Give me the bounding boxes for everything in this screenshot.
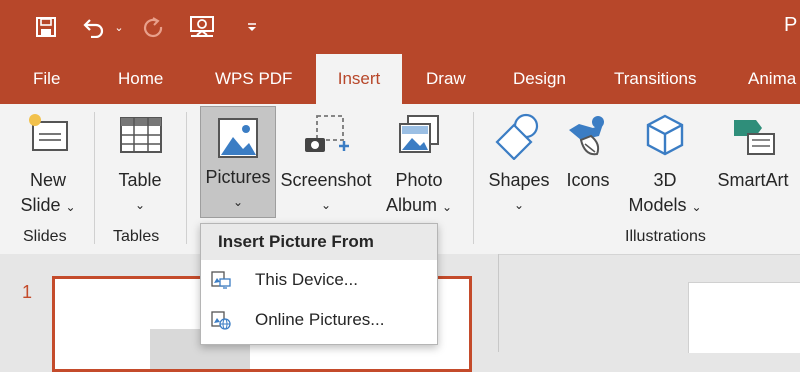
tab-home[interactable]: Home [118,54,163,104]
menu-item-this-device[interactable]: This Device... [201,260,437,300]
new-slide-icon [29,114,68,151]
tab-animations[interactable]: Anima [748,54,796,104]
icons-icon [569,116,604,156]
3d-models-label-1: 3D [653,170,677,190]
shapes-label: Shapes [488,170,550,190]
tab-design[interactable]: Design [513,54,566,104]
chevron-down-icon: ⌄ [232,195,244,209]
new-slide-label-2: Slide [20,195,61,215]
new-slide-label-1: New [29,170,66,190]
icons-label: Icons [566,170,610,190]
app-title: P [784,14,798,36]
tab-file[interactable]: File [33,54,60,104]
pictures-icon [218,118,258,158]
menu-item-label: Online Pictures... [255,310,385,329]
photo-album-button[interactable]: Photo Album ⌄ [378,110,460,222]
screenshot-icon [305,115,349,152]
screenshot-label: Screenshot [280,170,372,190]
undo-dropdown-chevron-icon[interactable]: ⌄ [112,13,126,41]
chevron-down-icon: ⌄ [320,198,332,212]
group-label-tables: Tables [113,228,160,245]
icons-button[interactable]: Icons [560,110,616,222]
tab-transitions[interactable]: Transitions [614,54,697,104]
pane-divider[interactable] [498,254,499,352]
smartart-button[interactable]: SmartArt [712,110,794,222]
3d-models-button[interactable]: 3D Models ⌄ [624,110,706,222]
present-from-start-icon[interactable] [188,13,218,41]
tab-insert[interactable]: Insert [316,54,402,104]
online-pictures-icon [211,311,231,330]
chevron-down-icon: ⌄ [134,198,146,212]
smartart-icon [734,120,775,155]
group-separator [94,112,95,244]
group-separator [186,112,187,244]
tab-wps-pdf[interactable]: WPS PDF [215,54,292,104]
cube-icon [646,114,684,156]
pictures-button[interactable]: Pictures ⌄ [200,106,276,218]
dropdown-header: Insert Picture From [201,224,437,260]
group-separator [473,112,474,244]
photo-album-label-1: Photo [395,170,443,190]
chevron-down-icon: ⌄ [513,198,525,212]
title-bar: ⌄ P [0,0,800,54]
smartart-label: SmartArt [717,170,789,190]
table-icon [120,117,162,153]
customize-qat-icon[interactable] [244,13,260,41]
table-label: Table [118,170,162,190]
redo-icon[interactable] [141,13,167,41]
shapes-button[interactable]: Shapes ⌄ [486,110,552,222]
chevron-down-icon: ⌄ [691,200,702,214]
table-button[interactable]: Table ⌄ [108,110,172,222]
tab-draw[interactable]: Draw [426,54,466,104]
screenshot-button[interactable]: Screenshot ⌄ [278,110,374,222]
undo-icon[interactable] [80,13,106,41]
new-slide-button[interactable]: New Slide ⌄ [14,110,82,222]
this-device-icon [211,271,231,289]
3d-models-label-2: Models [628,195,687,215]
save-icon[interactable] [33,13,59,41]
slide-canvas[interactable] [688,282,800,353]
ribbon-tab-bar: File Home WPS PDF Insert Draw Design Tra… [0,54,800,104]
menu-item-online-pictures[interactable]: Online Pictures... [201,300,437,340]
photo-album-icon [399,115,439,153]
menu-item-label: This Device... [255,270,358,289]
group-label-slides: Slides [23,228,67,245]
insert-picture-dropdown: Insert Picture From This Device... Onlin… [200,223,438,345]
shapes-icon [495,113,539,160]
slide-number: 1 [22,282,33,302]
pictures-label: Pictures [205,167,271,187]
group-label-illustrations: Illustrations [625,228,706,245]
chevron-down-icon: ⌄ [441,200,453,214]
photo-album-label-2: Album [385,195,437,215]
chevron-down-icon: ⌄ [65,200,76,214]
